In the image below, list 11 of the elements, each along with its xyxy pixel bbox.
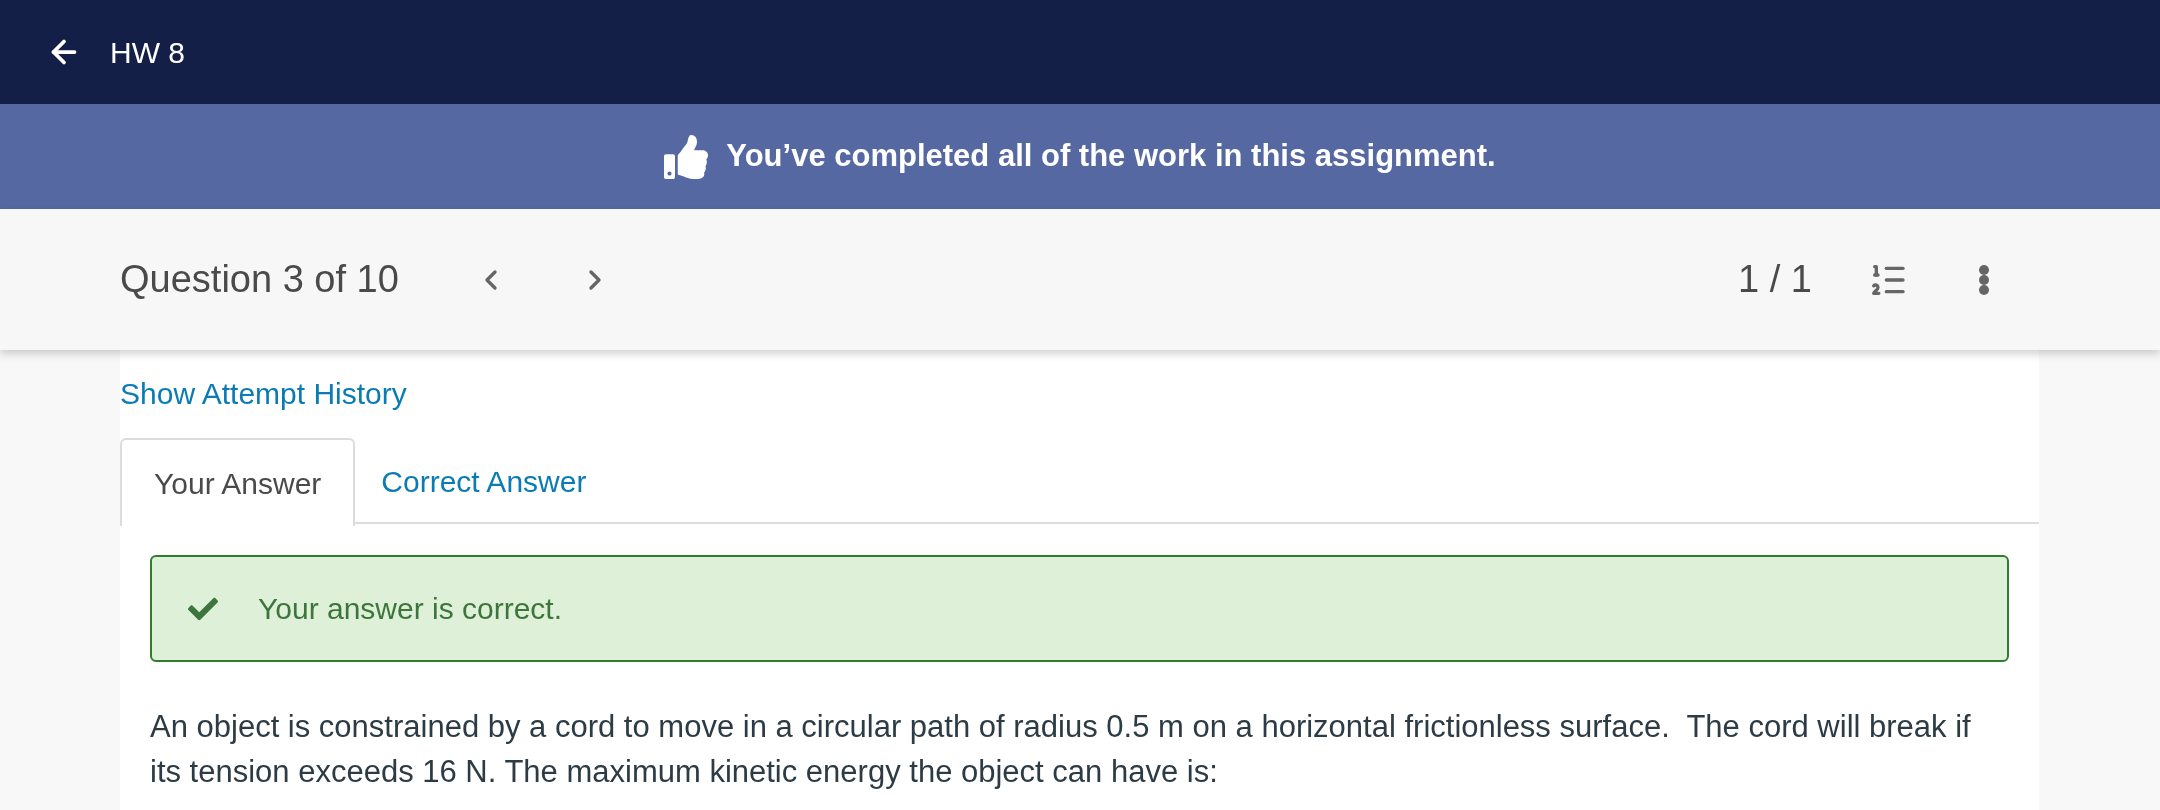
thumbs-up-icon <box>664 134 709 179</box>
completion-message: You’ve completed all of the work in this assignment. <box>726 137 1496 176</box>
question-score: 1 / 1 <box>1738 257 1812 302</box>
attempt-history-link[interactable]: Show Attempt History <box>120 376 407 412</box>
more-options-icon <box>1979 264 1989 295</box>
assignment-title: HW 8 <box>110 34 185 71</box>
answer-tab[interactable]: Correct Answer <box>355 438 613 524</box>
question-text: An object is constrained by a cord to move in a circular path of radius 0.5 m on a horizontal frictionless surface. The cord will break if its tension exceeds 16 N. The maximum kinetic energy the object can have is: <box>150 708 1972 791</box>
question-counter: Question 3 of 10 <box>120 257 399 302</box>
answer-tab[interactable]: Your Answer <box>120 438 356 526</box>
feedback-message: Your answer is correct. <box>258 591 562 627</box>
